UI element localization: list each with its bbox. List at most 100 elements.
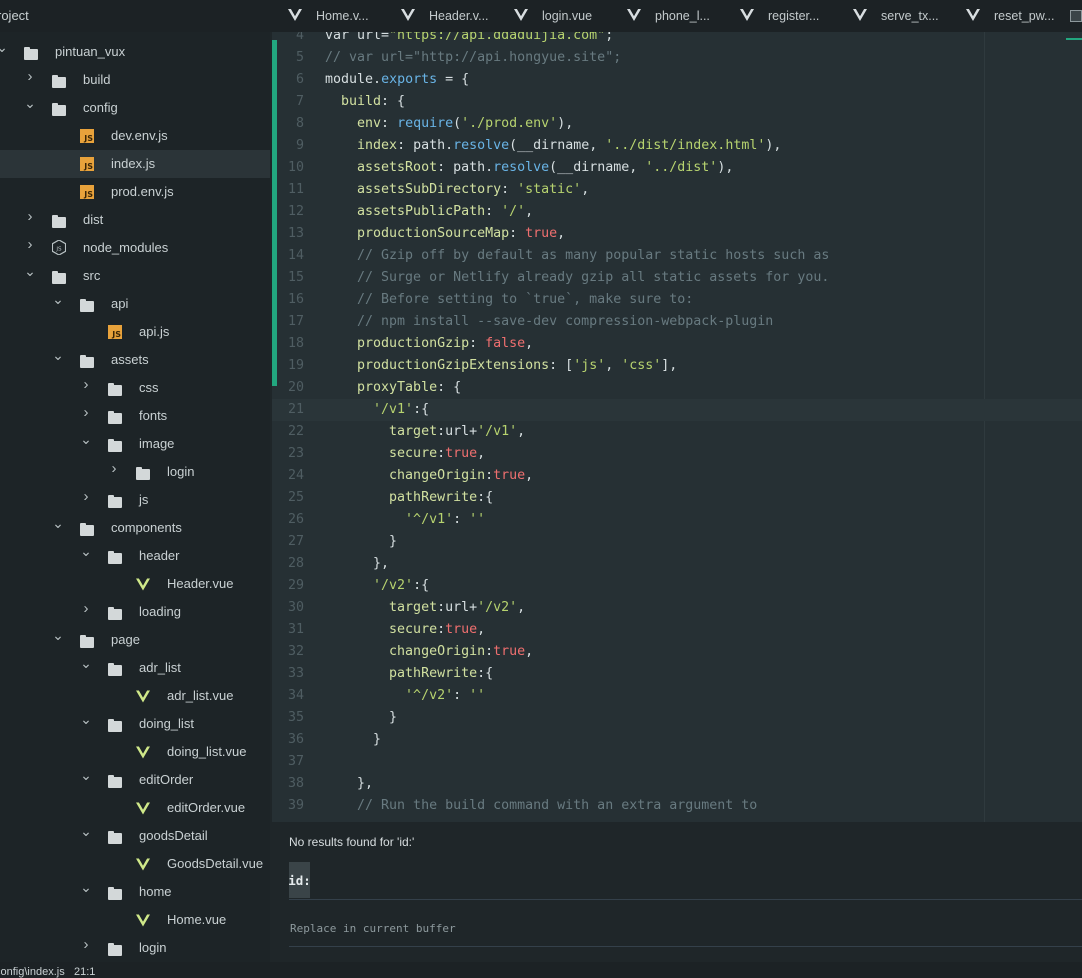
chevron-down-icon[interactable]: ⌄ bbox=[80, 767, 92, 783]
tree-item[interactable]: JS api.js bbox=[0, 318, 270, 346]
tree-item[interactable]: ⌄ assets bbox=[0, 346, 270, 374]
chevron-down-icon[interactable]: ⌄ bbox=[52, 627, 64, 643]
code-line[interactable]: 22 target:url+'/v1', bbox=[272, 421, 1082, 443]
chevron-right-icon[interactable]: › bbox=[81, 376, 91, 393]
tree-item[interactable]: › js bbox=[0, 486, 270, 514]
code-line[interactable]: 6 module.exports = { bbox=[272, 69, 1082, 91]
code-line[interactable]: 27 } bbox=[272, 531, 1082, 553]
code-line[interactable]: 10 assetsRoot: path.resolve(__dirname, '… bbox=[272, 157, 1082, 179]
chevron-right-icon[interactable]: › bbox=[81, 488, 91, 505]
tab-1[interactable]: Header.v... bbox=[393, 0, 506, 32]
tree-item[interactable]: ⌄ image bbox=[0, 430, 270, 458]
tab-3[interactable]: phone_l... bbox=[619, 0, 732, 32]
tree-item[interactable]: › build bbox=[0, 66, 270, 94]
tree-item[interactable]: ⌄ header bbox=[0, 542, 270, 570]
chevron-right-icon[interactable]: › bbox=[25, 208, 35, 225]
chevron-right-icon[interactable]: › bbox=[81, 936, 91, 953]
status-cursor-position[interactable]: 21:1 bbox=[74, 966, 95, 978]
code-line[interactable]: 25 pathRewrite:{ bbox=[272, 487, 1082, 509]
code-line[interactable]: 18 productionGzip: false, bbox=[272, 333, 1082, 355]
code-line[interactable]: 17 // npm install --save-dev compression… bbox=[272, 311, 1082, 333]
code-line[interactable]: 13 productionSourceMap: true, bbox=[272, 223, 1082, 245]
tree-item[interactable]: JS dev.env.js bbox=[0, 122, 270, 150]
code-line[interactable]: 33 pathRewrite:{ bbox=[272, 663, 1082, 685]
chevron-down-icon[interactable]: ⌄ bbox=[52, 347, 64, 363]
chevron-right-icon[interactable]: › bbox=[109, 460, 119, 477]
code-line[interactable]: 21 '/v1':{ bbox=[272, 399, 1082, 421]
tree-item[interactable]: › fonts bbox=[0, 402, 270, 430]
code-line[interactable]: 37 bbox=[272, 751, 1082, 773]
chevron-down-icon[interactable]: ⌄ bbox=[80, 879, 92, 895]
chevron-right-icon[interactable]: › bbox=[81, 600, 91, 617]
chevron-down-icon[interactable]: ⌄ bbox=[52, 515, 64, 531]
tree-item[interactable]: ⌄ config bbox=[0, 94, 270, 122]
chevron-right-icon[interactable]: › bbox=[25, 68, 35, 85]
tree-item[interactable]: ⌄ editOrder bbox=[0, 766, 270, 794]
tab-0[interactable]: Home.v... bbox=[280, 0, 393, 32]
code-line[interactable]: 32 changeOrigin:true, bbox=[272, 641, 1082, 663]
tree-item[interactable]: ⌄ doing_list bbox=[0, 710, 270, 738]
tab-4[interactable]: register... bbox=[732, 0, 845, 32]
code-line[interactable]: 14 // Gzip off by default as many popula… bbox=[272, 245, 1082, 267]
tree-item[interactable]: doing_list.vue bbox=[0, 738, 270, 766]
tab-overflow-icon[interactable] bbox=[1070, 10, 1082, 22]
chevron-down-icon[interactable]: ⌄ bbox=[80, 711, 92, 727]
tree-item[interactable]: ⌄ components bbox=[0, 514, 270, 542]
tree-item[interactable]: ⌄ page bbox=[0, 626, 270, 654]
code-line[interactable]: 34 '^/v2': '' bbox=[272, 685, 1082, 707]
code-line[interactable]: 30 target:url+'/v2', bbox=[272, 597, 1082, 619]
code-line[interactable]: 5 // var url="http://api.hongyue.site"; bbox=[272, 47, 1082, 69]
chevron-down-icon[interactable]: ⌄ bbox=[80, 543, 92, 559]
code-editor[interactable]: 4 var url="https://api.ddaduijia.com"; 5 //… bbox=[272, 32, 1082, 822]
tree-item[interactable]: adr_list.vue bbox=[0, 682, 270, 710]
tree-item[interactable]: JS prod.env.js bbox=[0, 178, 270, 206]
chevron-down-icon[interactable]: ⌄ bbox=[52, 291, 64, 307]
code-line[interactable]: 4 var url="https://api.ddaduijia.com"; bbox=[272, 32, 1082, 47]
code-line[interactable]: 19 productionGzipExtensions: ['js', 'css… bbox=[272, 355, 1082, 377]
code-line[interactable]: 36 } bbox=[272, 729, 1082, 751]
chevron-right-icon[interactable]: › bbox=[81, 404, 91, 421]
code-line[interactable]: 29 '/v2':{ bbox=[272, 575, 1082, 597]
tree-item[interactable]: ⌄ goodsDetail bbox=[0, 822, 270, 850]
find-input[interactable]: id: bbox=[288, 862, 311, 898]
chevron-down-icon[interactable]: ⌄ bbox=[0, 39, 8, 55]
tree-item[interactable]: ⌄ home bbox=[0, 878, 270, 906]
tree-item[interactable]: GoodsDetail.vue bbox=[0, 850, 270, 878]
code-line[interactable]: 11 assetsSubDirectory: 'static', bbox=[272, 179, 1082, 201]
tab-6[interactable]: reset_pw... bbox=[958, 0, 1071, 32]
code-line[interactable]: 20 proxyTable: { bbox=[272, 377, 1082, 399]
tree-item[interactable]: › dist bbox=[0, 206, 270, 234]
tree-item[interactable]: Home.vue bbox=[0, 906, 270, 934]
tree-item[interactable]: ⌄ api bbox=[0, 290, 270, 318]
tree-item[interactable]: › login bbox=[0, 458, 270, 486]
chevron-down-icon[interactable]: ⌄ bbox=[80, 823, 92, 839]
tab-5[interactable]: serve_tx... bbox=[845, 0, 958, 32]
tree-item[interactable]: Header.vue bbox=[0, 570, 270, 598]
tree-item[interactable]: › loading bbox=[0, 598, 270, 626]
code-line[interactable]: 16 // Before setting to `true`, make sur… bbox=[272, 289, 1082, 311]
tab-2[interactable]: login.vue bbox=[506, 0, 619, 32]
tree-item[interactable]: ⌄ src bbox=[0, 262, 270, 290]
chevron-right-icon[interactable]: › bbox=[25, 236, 35, 253]
chevron-down-icon[interactable]: ⌄ bbox=[80, 431, 92, 447]
code-line[interactable]: 24 changeOrigin:true, bbox=[272, 465, 1082, 487]
code-line[interactable]: 12 assetsPublicPath: '/', bbox=[272, 201, 1082, 223]
code-line[interactable]: 7 build: { bbox=[272, 91, 1082, 113]
tree-item[interactable]: ⌄ pintuan_vux bbox=[0, 38, 270, 66]
tree-item[interactable]: › login bbox=[0, 934, 270, 962]
tree-item[interactable]: JS index.js bbox=[0, 150, 270, 178]
code-line[interactable]: 38 }, bbox=[272, 773, 1082, 795]
code-line[interactable]: 9 index: path.resolve(__dirname, '../dis… bbox=[272, 135, 1082, 157]
chevron-down-icon[interactable]: ⌄ bbox=[24, 95, 36, 111]
code-line[interactable]: 23 secure:true, bbox=[272, 443, 1082, 465]
code-line[interactable]: 31 secure:true, bbox=[272, 619, 1082, 641]
chevron-down-icon[interactable]: ⌄ bbox=[24, 263, 36, 279]
status-file-path[interactable]: config\index.js bbox=[0, 966, 65, 978]
code-line[interactable]: 8 env: require('./prod.env'), bbox=[272, 113, 1082, 135]
chevron-down-icon[interactable]: ⌄ bbox=[80, 655, 92, 671]
tree-item[interactable]: editOrder.vue bbox=[0, 794, 270, 822]
code-line[interactable]: 15 // Surge or Netlify already gzip all … bbox=[272, 267, 1082, 289]
code-line[interactable]: 26 '^/v1': '' bbox=[272, 509, 1082, 531]
replace-input[interactable]: Replace in current buffer bbox=[290, 922, 456, 935]
code-line[interactable]: 39 // Run the build command with an extr… bbox=[272, 795, 1082, 817]
